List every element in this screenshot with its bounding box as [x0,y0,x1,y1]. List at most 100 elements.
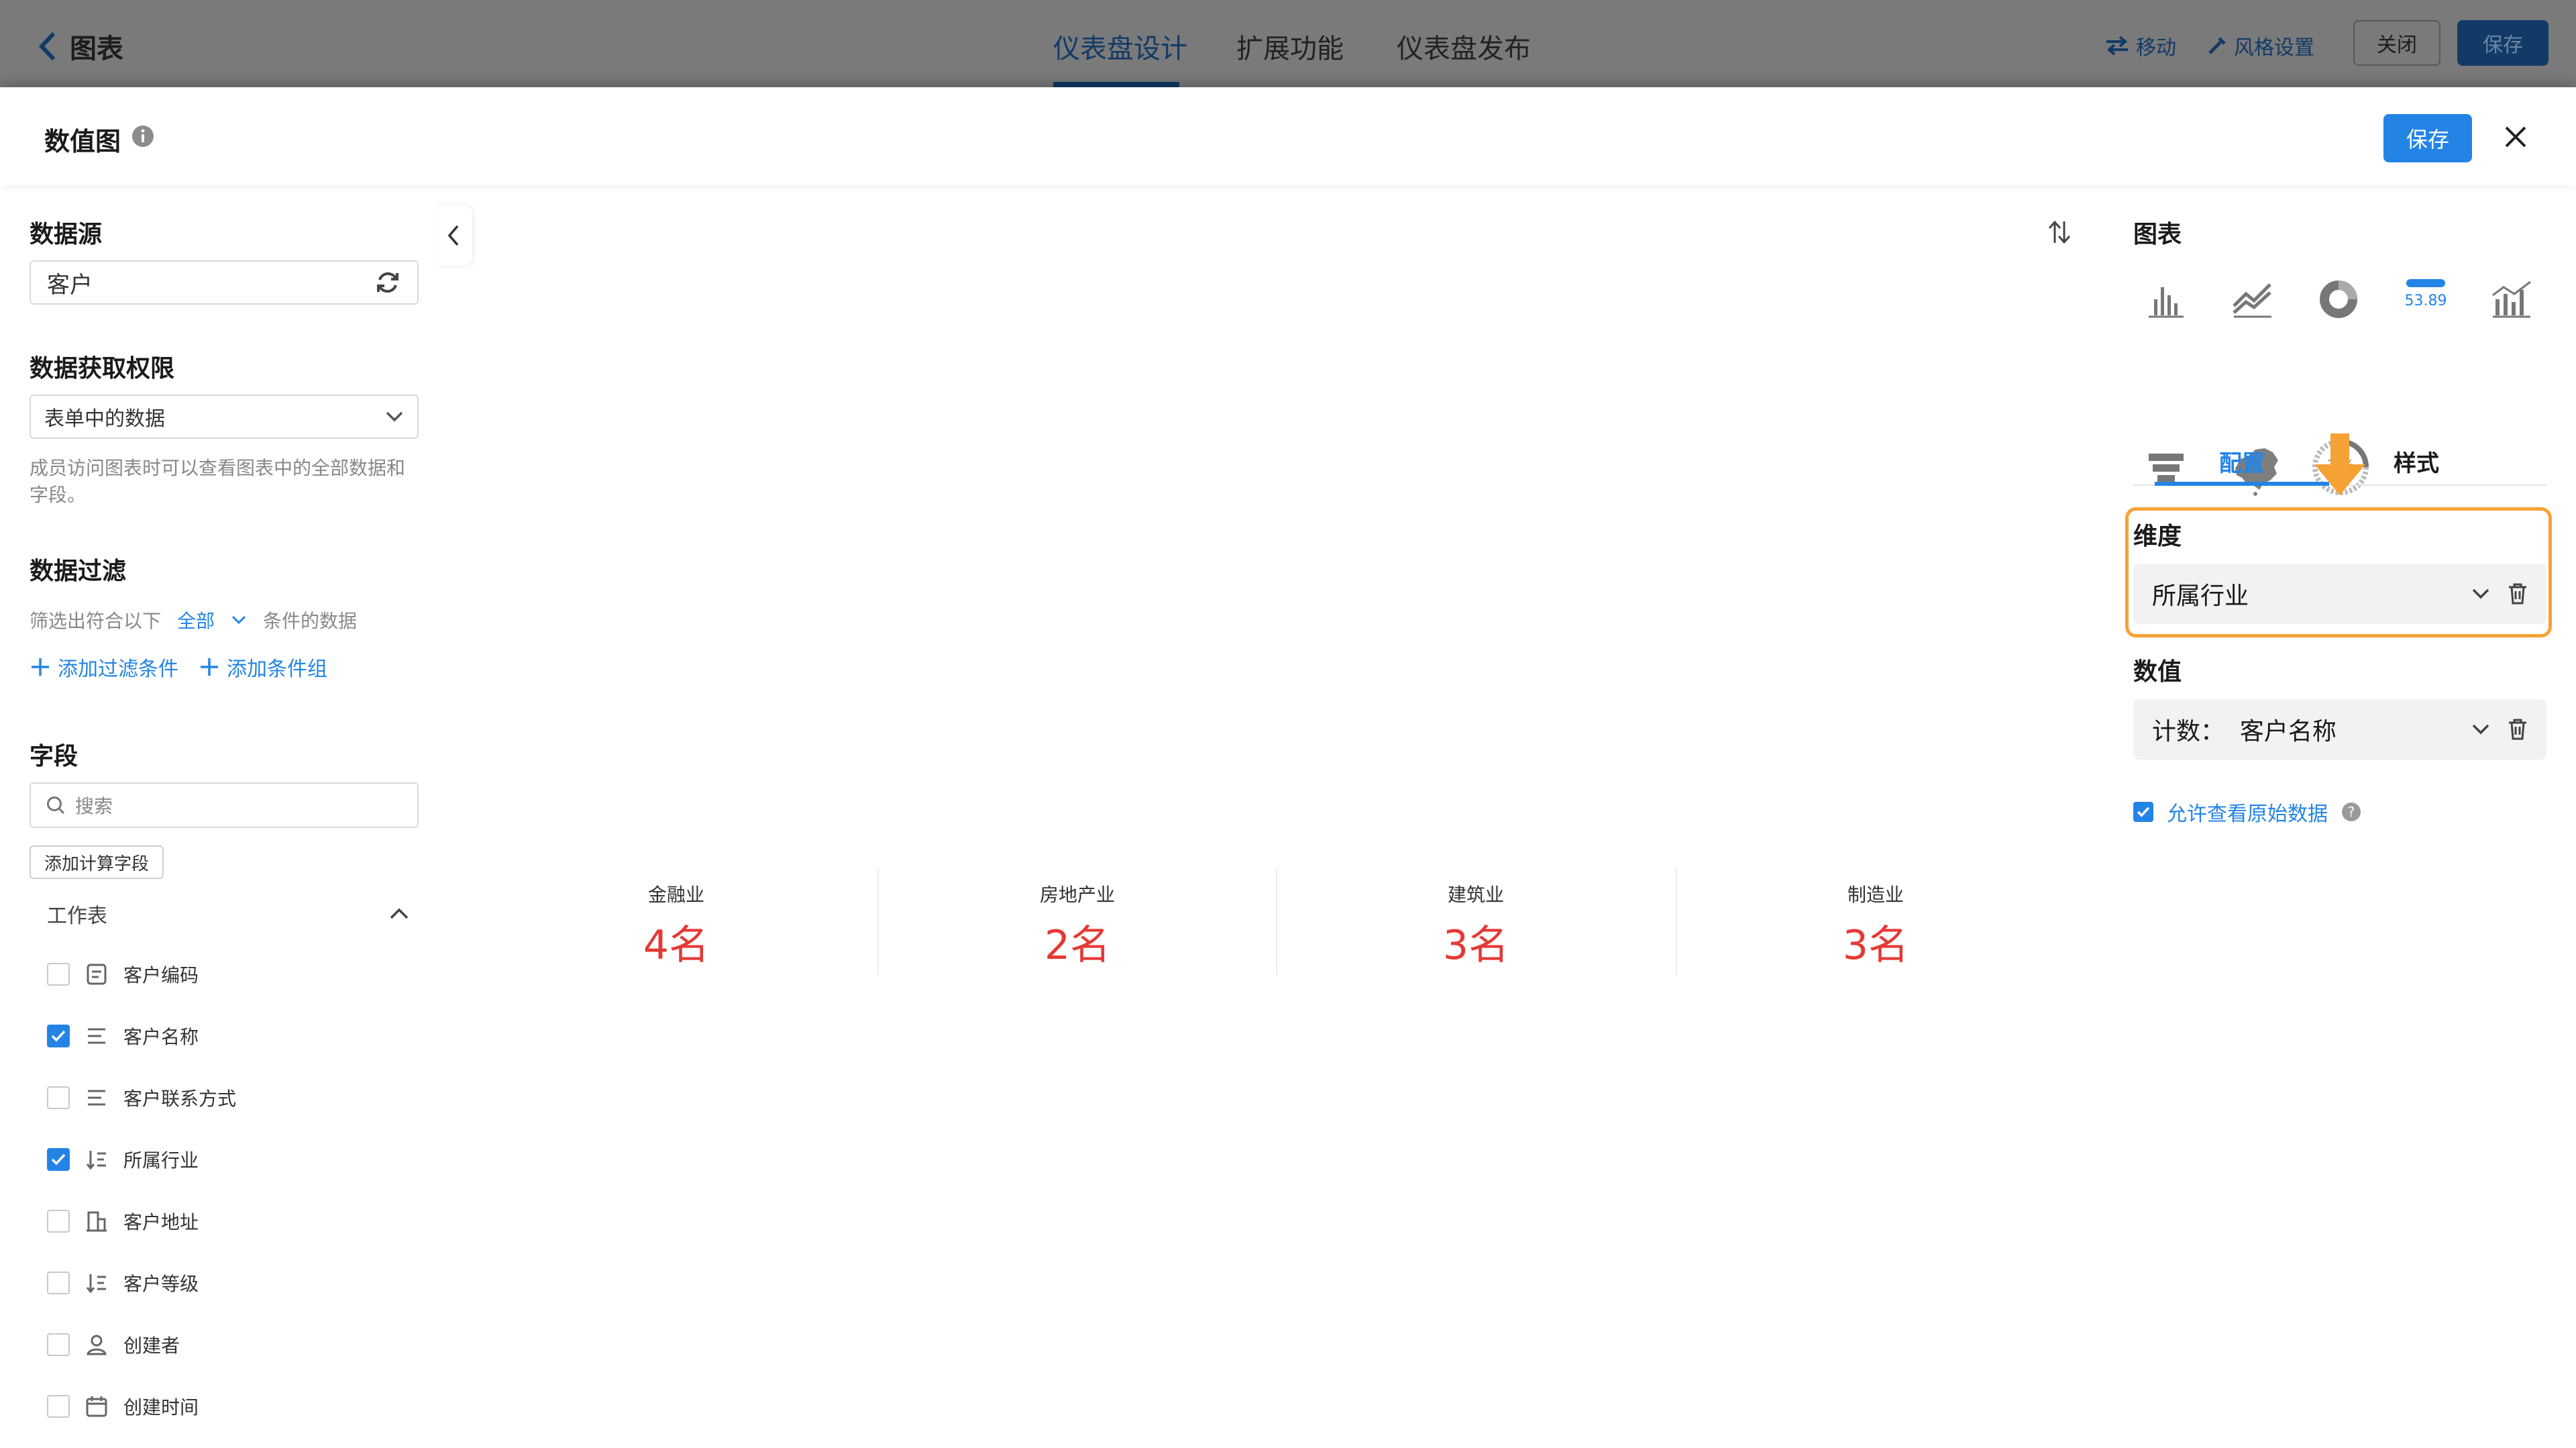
active-tab-indicator [2155,482,2329,486]
metric-card: 房地产业 2名 [877,880,1277,971]
field-checkbox[interactable] [47,1025,70,1047]
svg-text:?: ? [2348,804,2355,820]
panel-save-button[interactable]: 保存 [2383,114,2472,162]
building-icon [85,1209,109,1233]
trash-icon[interactable] [2508,582,2528,605]
filter-suffix: 条件的数据 [263,610,358,632]
field-item-customer-contact[interactable]: 客户联系方式 [47,1078,236,1118]
chevron-down-icon[interactable] [2471,588,2490,600]
info-icon[interactable] [131,125,154,148]
field-label: 客户联系方式 [123,1088,237,1110]
tab-extensions[interactable]: 扩展功能 [1236,27,1344,66]
tab-config[interactable]: 配置 [2155,437,2329,484]
measure-field-row[interactable]: 计数： 客户名称 [2133,699,2546,760]
chart-heading: 图表 [2133,221,2182,248]
trash-icon[interactable] [2508,718,2528,741]
bar-chart-icon[interactable] [2142,275,2190,323]
plus-icon [201,658,218,676]
combo-chart-icon[interactable] [2487,275,2536,323]
number-chart-icon[interactable]: 53.89 [2395,279,2457,309]
filter-mode-select[interactable]: 全部 [177,607,215,633]
help-icon[interactable]: ? [2341,802,2361,822]
permission-value: 表单中的数据 [44,407,165,431]
chevron-down-icon[interactable] [231,615,247,625]
metric-card: 建筑业 3名 [1276,880,1676,971]
field-item-customer-name[interactable]: 客户名称 [47,1016,199,1056]
donut-chart-icon[interactable] [2314,275,2363,323]
sort-toggle-icon[interactable] [2046,219,2073,246]
refresh-icon[interactable] [374,269,401,296]
field-label: 客户名称 [123,1026,199,1048]
field-checkbox[interactable] [47,1333,70,1356]
permission-select[interactable]: 表单中的数据 [30,395,419,439]
field-label: 客户等级 [123,1273,199,1295]
worksheet-group-header[interactable]: 工作表 [47,899,409,929]
plus-icon [32,658,49,676]
move-button[interactable]: 移动 [2105,31,2176,60]
field-checkbox[interactable] [47,1148,70,1171]
add-calculated-field-button[interactable]: 添加计算字段 [30,845,164,879]
sort-list-icon [85,1271,109,1295]
line-chart-icon[interactable] [2229,275,2277,323]
field-search-input[interactable]: 搜索 [30,782,419,828]
metric-label: 金融业 [647,884,704,906]
dimension-field-row[interactable]: 所属行业 [2133,564,2546,624]
add-filter-condition-button[interactable]: 添加过滤条件 [30,652,178,682]
metric-value: 4名 [643,922,710,969]
field-checkbox[interactable] [47,1210,70,1233]
datasource-heading: 数据源 [30,221,103,248]
close-icon[interactable] [2502,123,2529,150]
number-chart-bar [2406,279,2445,287]
metric-label: 房地产业 [1039,884,1115,906]
tab-dashboard-publish[interactable]: 仪表盘发布 [1397,27,1531,66]
chevron-down-icon [386,411,403,422]
field-checkbox[interactable] [47,1272,70,1294]
allow-raw-data-checkbox[interactable] [2133,802,2153,822]
field-checkbox[interactable] [47,963,70,986]
field-item-customer-level[interactable]: 客户等级 [47,1263,199,1303]
add-filter-condition-label: 添加过滤条件 [58,658,178,681]
style-settings-button[interactable]: 风格设置 [2207,31,2314,60]
chevron-down-icon[interactable] [2471,723,2490,735]
panel-header: 数值图 保存 [0,87,2576,185]
calendar-icon [85,1394,109,1418]
field-item-customer-code[interactable]: 客户编码 [47,954,199,994]
metric-label: 建筑业 [1447,884,1504,906]
top-save-button[interactable]: 保存 [2457,20,2548,66]
measure-field-value: 计数： 客户名称 [2152,718,2337,745]
metric-value: 2名 [1044,922,1111,969]
datasource-select[interactable]: 客户 [30,260,419,305]
chevron-left-icon [38,32,56,61]
brush-icon [2208,37,2226,54]
chevron-left-icon [447,225,459,246]
permission-hint: 成员访问图表时可以查看图表中的全部数据和字段。 [30,457,406,506]
add-condition-group-label: 添加条件组 [227,658,327,681]
field-checkbox[interactable] [47,1086,70,1109]
metric-label: 制造业 [1847,884,1904,906]
field-item-industry[interactable]: 所属行业 [47,1139,199,1180]
field-label: 创建者 [123,1335,180,1357]
allow-raw-data-option[interactable]: 允许查看原始数据 ? [2133,797,2361,827]
back-label: 图表 [70,34,123,64]
chart-editor-panel: 数值图 保存 数据源 客户 数据获取权限 表单中的数据 成员访问图表时可以查看图… [0,87,2576,1448]
field-item-created-time[interactable]: 创建时间 [47,1386,199,1427]
field-item-customer-address[interactable]: 客户地址 [47,1201,199,1241]
measure-heading: 数值 [2133,658,2182,686]
close-button[interactable]: 关闭 [2353,20,2440,66]
field-item-creator[interactable]: 创建者 [47,1325,180,1365]
search-icon [47,796,65,815]
swap-icon [2106,36,2128,56]
field-label: 客户编码 [123,964,199,986]
datasource-value: 客户 [47,271,93,299]
chevron-up-icon [390,908,409,919]
field-checkbox[interactable] [47,1395,70,1418]
add-condition-group-button[interactable]: 添加条件组 [199,652,327,682]
lines-icon [85,1086,109,1110]
field-label: 创建时间 [123,1396,199,1418]
tab-dashboard-design[interactable]: 仪表盘设计 [1053,27,1187,66]
back-button[interactable]: 图表 [38,27,123,66]
worksheet-group-label: 工作表 [47,904,107,928]
dimension-field-value: 所属行业 [2152,582,2249,610]
collapse-left-panel-button[interactable] [435,205,472,266]
arrow-down-icon [2312,433,2368,498]
